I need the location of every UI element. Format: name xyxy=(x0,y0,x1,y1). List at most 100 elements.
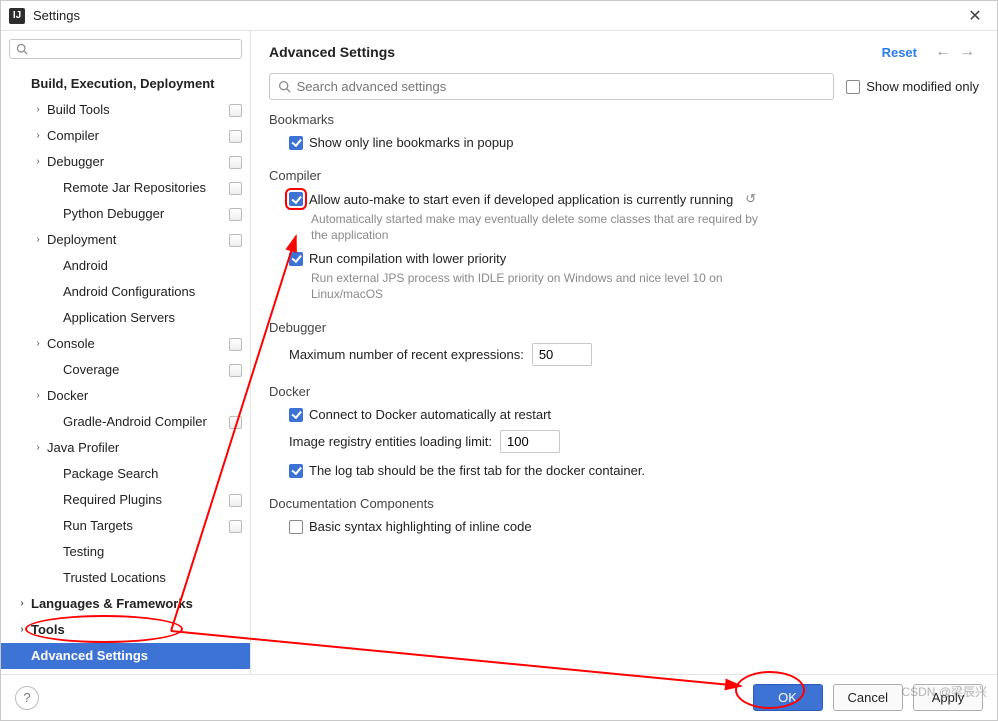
sidebar-search-box[interactable] xyxy=(9,39,242,59)
search-icon xyxy=(16,43,28,55)
sidebar-tree: Build, Execution, Deployment›Build Tools… xyxy=(1,67,250,674)
sidebar-item[interactable]: ›Languages & Frameworks xyxy=(1,591,250,617)
compiler-auto-make-checkbox[interactable]: Allow auto-make to start even if develop… xyxy=(289,191,979,207)
sidebar-item[interactable]: Run Targets xyxy=(1,513,250,539)
reset-link[interactable]: Reset xyxy=(882,45,917,60)
section-debugger-title: Debugger xyxy=(269,320,979,335)
search-icon xyxy=(278,80,291,93)
sidebar-item[interactable]: ›Java Profiler xyxy=(1,435,250,461)
doc-basic-syntax-label: Basic syntax highlighting of inline code xyxy=(309,519,532,534)
project-scope-icon xyxy=(229,494,242,507)
sidebar-item-label: Deployment xyxy=(47,230,225,250)
project-scope-icon xyxy=(229,130,242,143)
sidebar-item-label: Compiler xyxy=(47,126,225,146)
sidebar-item[interactable]: ›Docker xyxy=(1,383,250,409)
sidebar-item[interactable]: Android xyxy=(1,253,250,279)
expander-icon[interactable]: › xyxy=(31,230,45,250)
project-scope-icon xyxy=(229,156,242,169)
apply-button[interactable]: Apply xyxy=(913,684,983,711)
main-search-box[interactable] xyxy=(269,73,834,100)
compiler-lower-priority-checkbox[interactable]: Run compilation with lower priority xyxy=(289,251,979,266)
expander-icon[interactable]: › xyxy=(31,334,45,354)
sidebar-item[interactable]: Application Servers xyxy=(1,305,250,331)
docker-auto-connect-label: Connect to Docker automatically at resta… xyxy=(309,407,551,422)
cancel-button[interactable]: Cancel xyxy=(833,684,903,711)
expander-icon[interactable]: › xyxy=(31,386,45,406)
bookmarks-only-line-checkbox[interactable]: Show only line bookmarks in popup xyxy=(289,135,979,150)
sidebar-item-label: Application Servers xyxy=(63,308,242,328)
sidebar-item-label: Java Profiler xyxy=(47,438,242,458)
sidebar-item[interactable]: ›Build Tools xyxy=(1,97,250,123)
revert-icon[interactable]: ↺ xyxy=(745,191,756,207)
close-icon[interactable]: ✕ xyxy=(961,2,989,30)
project-scope-icon xyxy=(229,104,242,117)
sidebar-item-label: Build Tools xyxy=(47,100,225,120)
sidebar-item-label: Android Configurations xyxy=(63,282,242,302)
sidebar-item[interactable]: ›Tools xyxy=(1,617,250,643)
sidebar-item-label: Python Debugger xyxy=(63,204,225,224)
debugger-max-expr-label: Maximum number of recent expressions: xyxy=(289,347,524,362)
sidebar-item[interactable]: Package Search xyxy=(1,461,250,487)
main-search-input[interactable] xyxy=(295,78,826,95)
show-modified-only-checkbox[interactable]: Show modified only xyxy=(846,79,979,94)
sidebar-item-label: Debugger xyxy=(47,152,225,172)
compiler-lower-priority-desc: Run external JPS process with IDLE prior… xyxy=(311,270,771,302)
docker-limit-input[interactable] xyxy=(500,430,560,453)
sidebar-item[interactable]: Advanced Settings xyxy=(1,643,250,669)
project-scope-icon xyxy=(229,234,242,247)
project-scope-icon xyxy=(229,416,242,429)
sidebar-item[interactable]: Required Plugins xyxy=(1,487,250,513)
compiler-auto-make-desc: Automatically started make may eventuall… xyxy=(311,211,771,243)
sidebar-item-label: Gradle-Android Compiler xyxy=(63,412,225,432)
project-scope-icon xyxy=(229,338,242,351)
back-icon[interactable]: ← xyxy=(931,43,955,61)
titlebar: IJ Settings ✕ xyxy=(1,1,997,31)
project-scope-icon xyxy=(229,364,242,377)
sidebar-item[interactable]: ›Console xyxy=(1,331,250,357)
expander-icon[interactable]: › xyxy=(15,594,29,614)
dialog-footer: ? OK Cancel Apply xyxy=(1,674,997,720)
docker-auto-connect-checkbox[interactable]: Connect to Docker automatically at resta… xyxy=(289,407,979,422)
sidebar-item[interactable]: ›Debugger xyxy=(1,149,250,175)
debugger-max-expr-input[interactable] xyxy=(532,343,592,366)
forward-icon[interactable]: → xyxy=(955,43,979,61)
sidebar-item-label: Tools xyxy=(31,620,242,640)
sidebar-item[interactable]: Android Configurations xyxy=(1,279,250,305)
section-doc-components-title: Documentation Components xyxy=(269,496,979,511)
sidebar-item-label: Package Search xyxy=(63,464,242,484)
sidebar-item[interactable]: ›Deployment xyxy=(1,227,250,253)
sidebar-item-label: Remote Jar Repositories xyxy=(63,178,225,198)
expander-icon[interactable]: › xyxy=(31,152,45,172)
sidebar-item-label: Advanced Settings xyxy=(31,646,242,666)
doc-basic-syntax-checkbox[interactable]: Basic syntax highlighting of inline code xyxy=(289,519,979,534)
docker-limit-label: Image registry entities loading limit: xyxy=(289,434,492,449)
compiler-auto-make-label: Allow auto-make to start even if develop… xyxy=(309,192,733,207)
expander-icon[interactable]: › xyxy=(31,100,45,120)
bookmarks-only-line-label: Show only line bookmarks in popup xyxy=(309,135,514,150)
project-scope-icon xyxy=(229,208,242,221)
sidebar-item-label: Build, Execution, Deployment xyxy=(31,74,242,94)
ok-button[interactable]: OK xyxy=(753,684,823,711)
sidebar-item-label: Console xyxy=(47,334,225,354)
sidebar-item-label: Languages & Frameworks xyxy=(31,594,242,614)
help-button[interactable]: ? xyxy=(15,686,39,710)
sidebar-item[interactable]: Trusted Locations xyxy=(1,565,250,591)
sidebar-item[interactable]: Gradle-Android Compiler xyxy=(1,409,250,435)
project-scope-icon xyxy=(229,182,242,195)
sidebar-item[interactable]: Remote Jar Repositories xyxy=(1,175,250,201)
main-header: Advanced Settings Reset ← → xyxy=(251,31,997,67)
sidebar-item-label: Testing xyxy=(63,542,242,562)
sidebar-item[interactable]: ›Compiler xyxy=(1,123,250,149)
sidebar-item[interactable]: Testing xyxy=(1,539,250,565)
window-title: Settings xyxy=(33,8,961,23)
section-bookmarks-title: Bookmarks xyxy=(269,112,979,127)
expander-icon[interactable]: › xyxy=(31,438,45,458)
section-compiler-title: Compiler xyxy=(269,168,979,183)
sidebar: Build, Execution, Deployment›Build Tools… xyxy=(1,31,251,674)
sidebar-item[interactable]: Coverage xyxy=(1,357,250,383)
expander-icon[interactable]: › xyxy=(15,620,29,640)
expander-icon[interactable]: › xyxy=(31,126,45,146)
sidebar-item[interactable]: Build, Execution, Deployment xyxy=(1,71,250,97)
docker-log-first-tab-checkbox[interactable]: The log tab should be the first tab for … xyxy=(289,463,979,478)
sidebar-item[interactable]: Python Debugger xyxy=(1,201,250,227)
